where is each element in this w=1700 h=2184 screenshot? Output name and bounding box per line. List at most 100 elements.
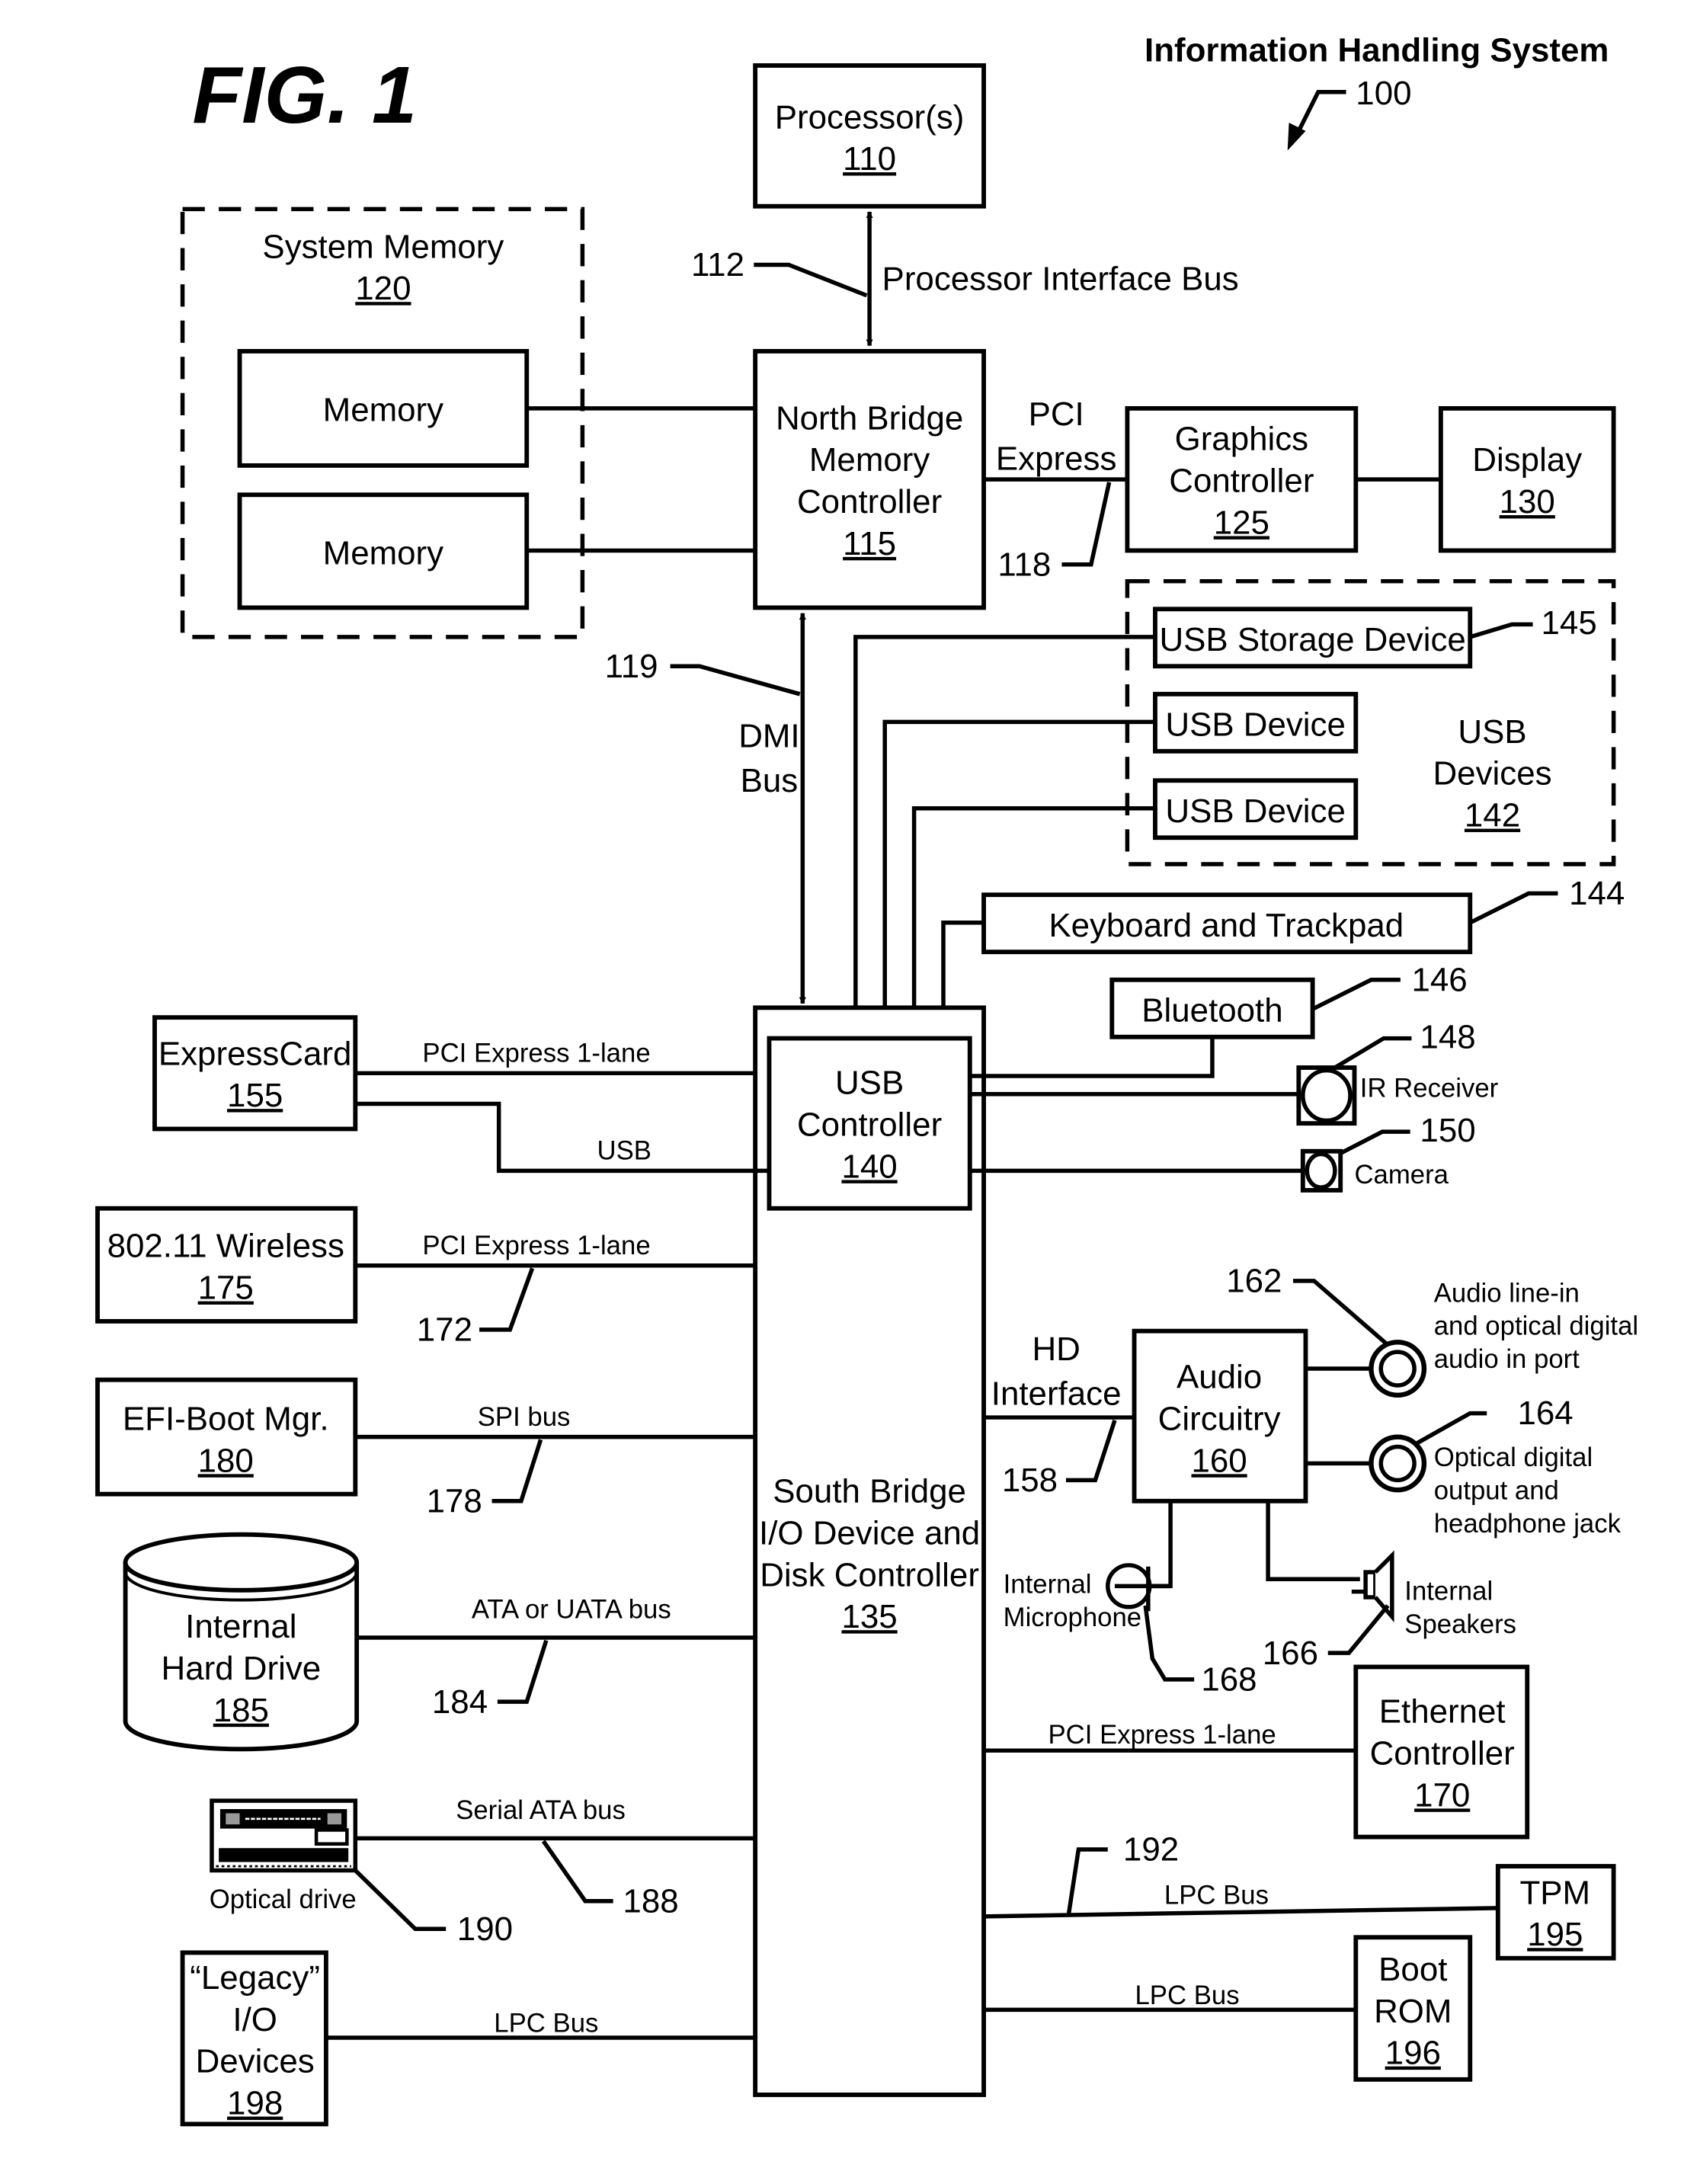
tpm-lpc-label: LPC Bus: [1164, 1881, 1269, 1910]
expresscard-usb-link: [355, 1101, 770, 1174]
hd-interface-label-1: HD: [1032, 1331, 1080, 1368]
optical-drive-icon[interactable]: [210, 1798, 358, 1873]
label-line: Processor(s): [775, 98, 965, 136]
system-memory-label: System Memory 120: [262, 228, 504, 307]
label-line: headphone jack: [1434, 1510, 1622, 1539]
leader-192: [1066, 1847, 1108, 1914]
ref-100: 100: [1356, 75, 1411, 112]
dmi-bus-label-1: DMI: [738, 717, 799, 754]
pci-express-label-1: PCI: [1029, 395, 1084, 433]
legacy-io-devices-box[interactable]: “Legacy” I/O Devices 198: [180, 1950, 328, 2127]
label-line: Controller: [797, 483, 942, 520]
bootrom-lpc-label: LPC Bus: [1135, 1981, 1240, 2010]
leader-158: [1065, 1419, 1117, 1483]
usb-device-1-label: USB Device: [1165, 706, 1345, 744]
boot-rom-box[interactable]: Boot ROM 196: [1353, 1935, 1473, 2082]
leader-119: [670, 664, 801, 697]
reference-number: 180: [198, 1442, 254, 1479]
camera-label: Camera: [1354, 1161, 1449, 1190]
audio-line-in-jack-icon[interactable]: [1369, 1340, 1427, 1398]
reference-number: 170: [1414, 1776, 1470, 1814]
reference-number: 196: [1385, 2035, 1441, 2072]
wireless-pcie-label: PCI Express 1-lane: [422, 1231, 650, 1260]
tpm-box[interactable]: TPM 195: [1495, 1864, 1616, 1961]
legacy-lpc-label: LPC Bus: [494, 2009, 598, 2038]
north-bridge-box[interactable]: North Bridge Memory Controller 115: [753, 348, 986, 610]
leader-148: [1333, 1036, 1412, 1070]
leader-172: [479, 1267, 535, 1332]
label-line: South Bridge: [773, 1473, 966, 1510]
label-line: Keyboard and Trackpad: [1048, 907, 1404, 944]
usb-device-box-2[interactable]: USB Device: [1153, 778, 1359, 841]
bluetooth-box[interactable]: Bluetooth: [1109, 977, 1315, 1039]
processor-box[interactable]: Processor(s) 110: [753, 63, 986, 209]
reference-number: 110: [843, 140, 896, 178]
ref-184: 184: [432, 1683, 488, 1721]
label-line: System Memory: [262, 228, 504, 265]
label-line: Internal: [185, 1608, 296, 1645]
expresscard-usb-label: USB: [597, 1137, 652, 1166]
label-line: USB: [835, 1065, 904, 1102]
graphics-controller-box[interactable]: Graphics Controller 125: [1125, 405, 1359, 553]
memory-1-label: Memory: [323, 391, 443, 428]
reference-number: 140: [841, 1148, 897, 1185]
memory-box-1[interactable]: Memory: [237, 348, 530, 468]
camera-icon[interactable]: [1300, 1148, 1343, 1193]
label-line: Hard Drive: [162, 1650, 322, 1687]
usb-controller-box[interactable]: USB Controller 140: [767, 1036, 972, 1211]
label-line: Microphone: [1004, 1603, 1141, 1632]
ref-144: 144: [1569, 875, 1625, 912]
speakers-label: Internal Speakers: [1404, 1577, 1516, 1639]
hard-drive-icon[interactable]: Internal Hard Drive 185: [123, 1532, 360, 1752]
optical-out-label: Optical digital output and headphone jack: [1434, 1443, 1622, 1539]
ref-178: 178: [427, 1482, 482, 1520]
bluetooth-link: [969, 1036, 1215, 1078]
dmi-bus-label-2: Bus: [741, 762, 799, 799]
label-line: North Bridge: [776, 399, 963, 437]
leader-188: [541, 1840, 613, 1904]
leader-166: [1327, 1604, 1390, 1655]
audio-circuitry-box[interactable]: Audio Circuitry 160: [1132, 1328, 1308, 1504]
keyboard-trackpad-box[interactable]: Keyboard and Trackpad: [981, 892, 1473, 955]
optical-output-jack-icon[interactable]: [1369, 1434, 1427, 1493]
memory-box-2[interactable]: Memory: [237, 492, 530, 610]
reference-number: 120: [355, 270, 411, 307]
reference-number: 155: [227, 1077, 283, 1114]
ref-158: 158: [1002, 1462, 1058, 1499]
label-line: Controller: [797, 1106, 942, 1144]
label-line: Internal: [1404, 1577, 1493, 1606]
label-line: Optical drive: [210, 1885, 357, 1914]
label-line: Optical digital: [1434, 1443, 1593, 1472]
reference-number: 185: [213, 1692, 269, 1729]
memory-2-label: Memory: [323, 535, 443, 572]
usb-devices-label: USB Devices 142: [1433, 713, 1552, 834]
label-line: Controller: [1169, 463, 1314, 500]
ethernet-controller-box[interactable]: Ethernet Controller 170: [1353, 1664, 1530, 1840]
wireless-box[interactable]: 802.11 Wireless 175: [95, 1206, 358, 1324]
display-box[interactable]: Display 130: [1438, 405, 1616, 553]
ref-112: 112: [691, 246, 744, 283]
usb-device-box-1[interactable]: USB Device: [1153, 691, 1359, 754]
keyboard-label: Keyboard and Trackpad: [1048, 907, 1404, 944]
ref-192: 192: [1123, 1831, 1179, 1869]
usb-storage-device-box[interactable]: USB Storage Device: [1153, 607, 1473, 669]
leader-145: [1469, 622, 1533, 639]
processor-interface-bus-label: Processor Interface Bus: [882, 260, 1239, 297]
ethernet-pcie-label: PCI Express 1-lane: [1048, 1721, 1276, 1750]
ir-receiver-icon[interactable]: [1296, 1065, 1357, 1126]
efi-boot-manager-box[interactable]: EFI-Boot Mgr. 180: [95, 1377, 358, 1497]
label-line: Boot: [1378, 1951, 1447, 1988]
audio-line-in-label: Audio line-in and optical digital audio in…: [1434, 1279, 1638, 1374]
label-line: Audio: [1177, 1359, 1262, 1396]
ref-172: 172: [417, 1311, 472, 1348]
ata-bus-label: ATA or UATA bus: [472, 1595, 671, 1624]
reference-number: 160: [1191, 1442, 1247, 1479]
label-line: Circuitry: [1158, 1401, 1281, 1438]
leader-190: [354, 1869, 447, 1932]
expresscard-box[interactable]: ExpressCard 155: [152, 1015, 358, 1132]
leader-178: [491, 1439, 543, 1504]
label-line: I/O Device and: [759, 1514, 980, 1552]
ref-150: 150: [1420, 1112, 1475, 1149]
label-line: Memory: [323, 535, 443, 572]
optical-drive-label: Optical drive: [210, 1885, 357, 1914]
